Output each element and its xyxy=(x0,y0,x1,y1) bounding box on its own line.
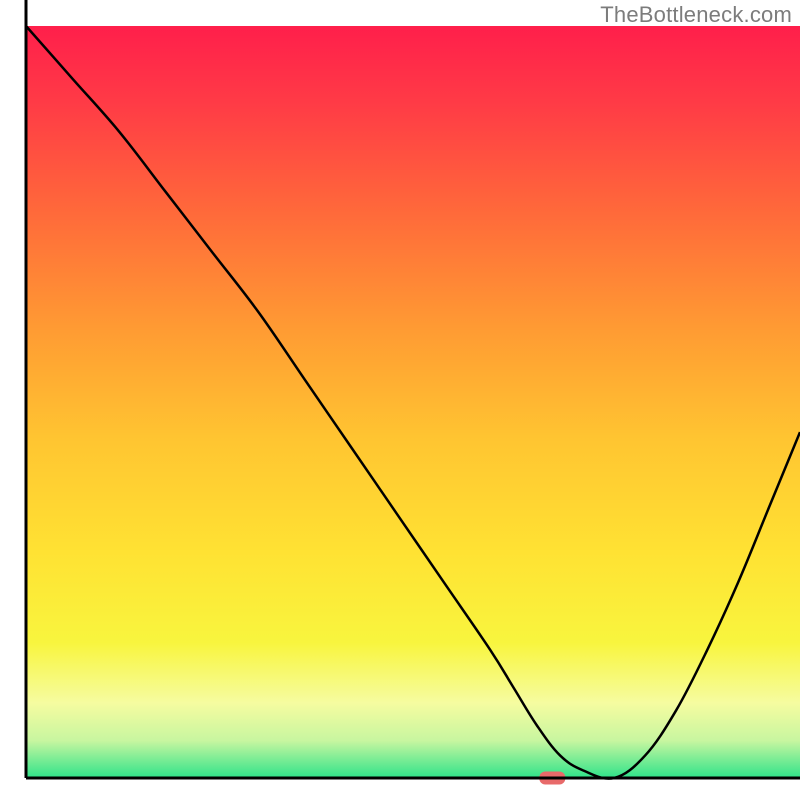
chart-svg xyxy=(0,0,800,800)
bottleneck-chart: TheBottleneck.com xyxy=(0,0,800,800)
plot-background xyxy=(26,26,800,778)
watermark-text: TheBottleneck.com xyxy=(600,2,792,28)
